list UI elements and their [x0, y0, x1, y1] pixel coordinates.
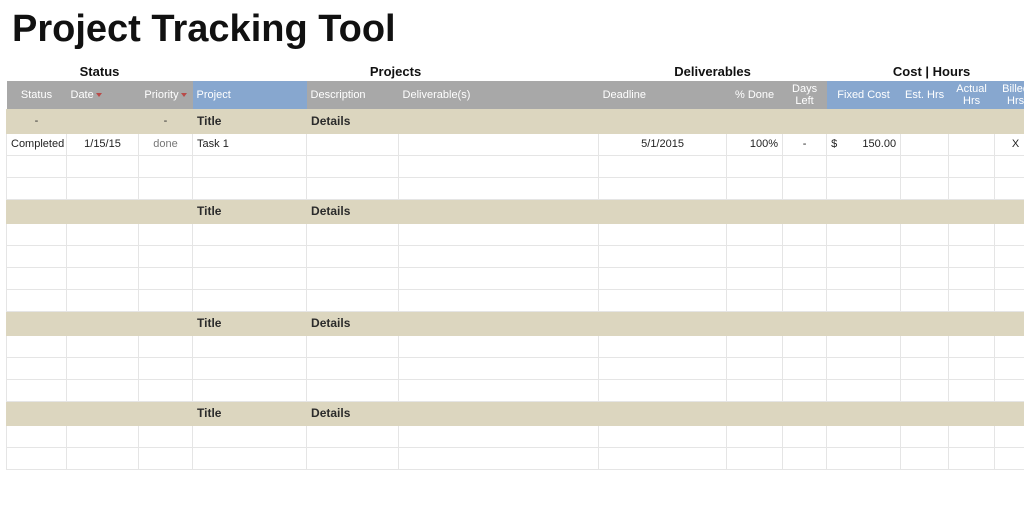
sort-indicator-icon [96, 93, 102, 97]
table-row [7, 379, 1024, 401]
table-row [7, 357, 1024, 379]
col-deadline[interactable]: Deadline [599, 81, 727, 109]
super-header-deliverables: Deliverables [599, 61, 827, 81]
table-row [7, 335, 1024, 357]
table-row: Completed 1/15/15 done Task 1 5/1/2015 1… [7, 133, 1024, 155]
col-priority[interactable]: Priority [139, 81, 193, 109]
col-fixed-cost[interactable]: Fixed Cost [827, 81, 901, 109]
cell-deadline[interactable]: 5/1/2015 [599, 133, 727, 155]
project-table: Status Projects Deliverables Cost | Hour… [6, 61, 1024, 470]
cell-status[interactable]: Completed [7, 133, 67, 155]
cell-date[interactable]: 1/15/15 [67, 133, 139, 155]
col-actual-hrs[interactable]: Actual Hrs [949, 81, 995, 109]
col-project[interactable]: Project [193, 81, 307, 109]
cell-priority[interactable]: done [139, 133, 193, 155]
cell-billed-hrs[interactable]: X [995, 133, 1024, 155]
column-header-row: Status Date Priority Project Description… [7, 81, 1024, 109]
col-date[interactable]: Date [67, 81, 139, 109]
super-header-status: Status [7, 61, 193, 81]
cell-deliverable[interactable] [399, 133, 599, 155]
table-row [7, 447, 1024, 469]
col-status[interactable]: Status [7, 81, 67, 109]
cell-project[interactable]: Task 1 [193, 133, 307, 155]
table-row [7, 223, 1024, 245]
cell-actual-hrs[interactable] [949, 133, 995, 155]
super-header-projects: Projects [193, 61, 599, 81]
table-row [7, 267, 1024, 289]
section-band: - - Title Details [7, 109, 1024, 133]
table-row [7, 177, 1024, 199]
table-row [7, 155, 1024, 177]
cell-fixed-cost[interactable]: $ 150.00 [827, 133, 901, 155]
cell-est-hrs[interactable] [901, 133, 949, 155]
section-title-label[interactable]: Title [193, 401, 307, 425]
col-billed-hrs[interactable]: Billed Hrs [995, 81, 1024, 109]
col-pct-done[interactable]: % Done [727, 81, 783, 109]
section-priority-placeholder: - [139, 109, 193, 133]
cell-days-left[interactable]: - [783, 133, 827, 155]
col-description[interactable]: Description [307, 81, 399, 109]
super-header-cost-hours: Cost | Hours [827, 61, 1024, 81]
table-row [7, 425, 1024, 447]
section-title-label[interactable]: Title [193, 199, 307, 223]
page-title: Project Tracking Tool [6, 0, 1018, 61]
section-band: Title Details [7, 401, 1024, 425]
table-row [7, 245, 1024, 267]
section-details-label[interactable]: Details [307, 199, 1024, 223]
super-header-row: Status Projects Deliverables Cost | Hour… [7, 61, 1024, 81]
section-details-label[interactable]: Details [307, 311, 1024, 335]
cell-description[interactable] [307, 133, 399, 155]
col-days-left[interactable]: Days Left [783, 81, 827, 109]
section-band: Title Details [7, 199, 1024, 223]
col-deliverable[interactable]: Deliverable(s) [399, 81, 599, 109]
sort-indicator-icon [181, 93, 187, 97]
section-status-placeholder: - [7, 109, 67, 133]
section-band: Title Details [7, 311, 1024, 335]
section-title-label[interactable]: Title [193, 311, 307, 335]
table-row [7, 289, 1024, 311]
section-title-label[interactable]: Title [193, 109, 307, 133]
cell-pct-done[interactable]: 100% [727, 133, 783, 155]
section-details-label[interactable]: Details [307, 401, 1024, 425]
col-est-hrs[interactable]: Est. Hrs [901, 81, 949, 109]
section-details-label[interactable]: Details [307, 109, 1024, 133]
